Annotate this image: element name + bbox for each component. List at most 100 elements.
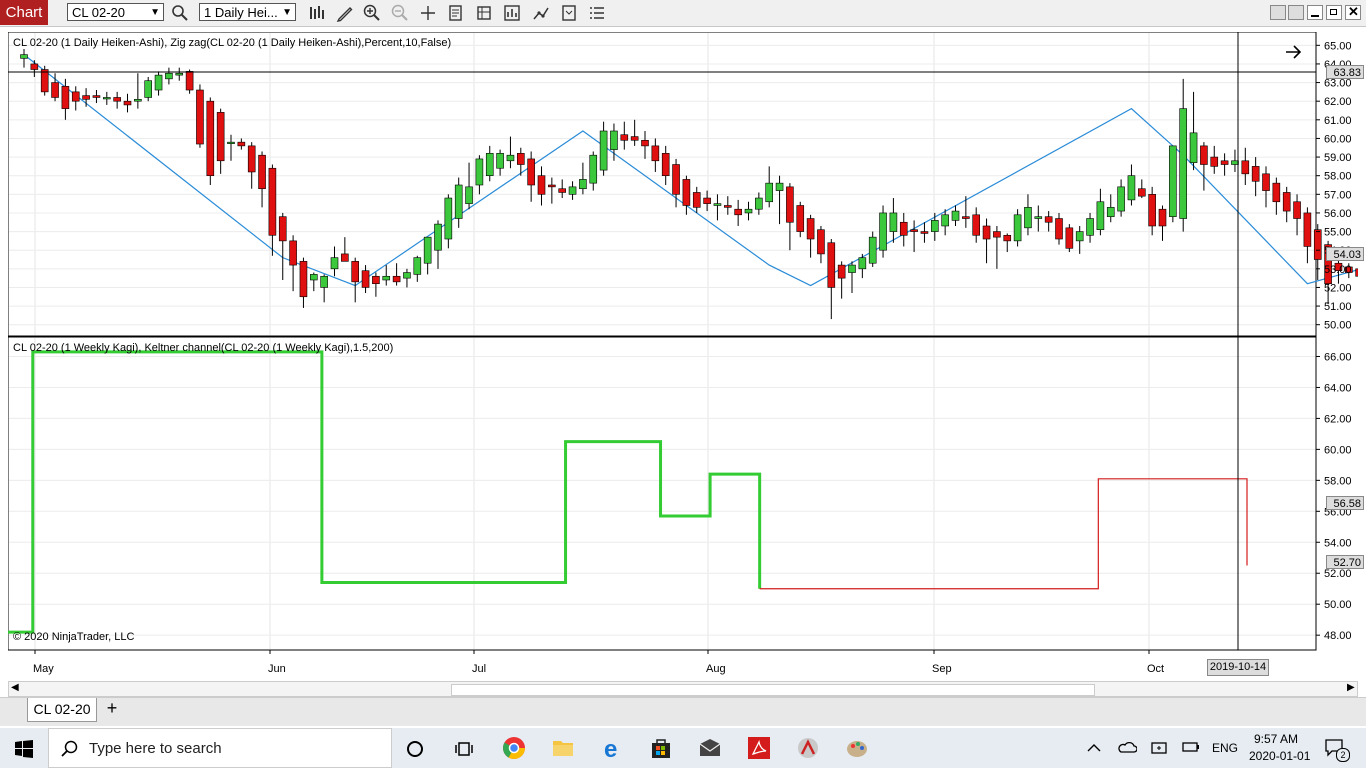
chevron-up-icon[interactable] xyxy=(1087,742,1101,754)
file-explorer-icon[interactable] xyxy=(547,732,579,764)
zoom-out-icon[interactable] xyxy=(390,3,410,23)
x-tick-label: Jun xyxy=(268,663,286,675)
crosshair-icon[interactable] xyxy=(418,3,438,23)
bar-type-icon[interactable] xyxy=(307,3,327,23)
x-tick-label: Aug xyxy=(706,663,726,675)
chart-menu-button[interactable]: Chart xyxy=(0,0,48,25)
chrome-icon[interactable] xyxy=(498,732,530,764)
taskbar-search-box[interactable]: Type here to search xyxy=(48,728,392,768)
battery-icon[interactable] xyxy=(1182,741,1200,753)
candle-body xyxy=(1055,218,1063,240)
scroll-left-icon[interactable]: ◀ xyxy=(11,682,19,693)
candle-body xyxy=(185,71,194,91)
drawing-tool-icon[interactable] xyxy=(335,3,355,23)
candle-body xyxy=(796,205,805,232)
candle-body xyxy=(962,216,970,219)
candle-body xyxy=(196,89,204,145)
onedrive-icon[interactable] xyxy=(1117,740,1137,754)
candle-body xyxy=(506,154,515,162)
paint-icon[interactable] xyxy=(841,732,873,764)
data-box-icon[interactable] xyxy=(474,3,494,23)
candle-body xyxy=(641,140,649,147)
candle-body xyxy=(910,229,918,232)
y-tick-label: 52.00 xyxy=(1324,282,1352,294)
candle-body xyxy=(1231,160,1239,165)
task-view-icon[interactable] xyxy=(454,740,474,758)
windows-taskbar: Type here to search e ENG 9:57 AM 2020-0… xyxy=(0,728,1366,768)
network-icon[interactable] xyxy=(1150,739,1170,757)
price-axis-top: 65.0064.0063.0062.0061.0060.0059.0058.00… xyxy=(1316,40,1352,332)
candle-body xyxy=(475,158,484,186)
candle-body xyxy=(568,186,577,195)
candle-body xyxy=(237,141,246,147)
acrobat-icon[interactable] xyxy=(743,732,775,764)
clock-time[interactable]: 9:57 AM xyxy=(1254,732,1298,746)
candle-body xyxy=(1075,231,1084,242)
crosshair-price-marker: 63.83 xyxy=(1326,65,1364,79)
horizontal-scrollbar[interactable]: ◀ ▶ xyxy=(8,681,1358,697)
indicators-icon[interactable] xyxy=(502,3,522,23)
y-tick-label: 55.00 xyxy=(1324,227,1352,239)
candle-body xyxy=(496,153,504,169)
y-tick-label: 54.00 xyxy=(1324,537,1352,549)
minimize-button[interactable] xyxy=(1307,5,1323,20)
y-tick-label: 50.00 xyxy=(1324,320,1352,332)
chart-toolbar: Chart CL 02-20 ▼ 1 Daily Hei... ▼ ✕ xyxy=(0,0,1366,27)
zoom-in-icon[interactable] xyxy=(362,3,382,23)
kagi-price-marker-1: 56.58 xyxy=(1326,496,1364,510)
candle-body xyxy=(1251,166,1260,182)
candle-body xyxy=(837,264,846,279)
candle-body xyxy=(392,275,401,283)
candle-body xyxy=(1189,132,1198,163)
candle-body xyxy=(765,182,774,203)
candle-body xyxy=(1106,207,1115,217)
candle-body xyxy=(599,130,608,171)
close-button[interactable]: ✕ xyxy=(1345,4,1361,20)
candle-body xyxy=(548,184,556,188)
candle-body xyxy=(61,85,70,109)
clock-date[interactable]: 2020-01-01 xyxy=(1249,749,1310,763)
mail-icon[interactable] xyxy=(694,732,726,764)
candle-body xyxy=(982,225,991,240)
maximize-button[interactable] xyxy=(1326,5,1342,20)
restore-layout-button[interactable] xyxy=(1270,5,1286,20)
candle-body xyxy=(589,154,598,184)
chart-canvas[interactable]: 65.0064.0063.0062.0061.0060.0059.0058.00… xyxy=(8,32,1358,680)
candle-body xyxy=(941,214,949,227)
candle-body xyxy=(558,188,567,193)
period-value: 1 Daily Hei... xyxy=(204,5,278,20)
edge-icon[interactable]: e xyxy=(596,732,628,764)
templates-icon[interactable] xyxy=(559,3,579,23)
scrollbar-thumb[interactable] xyxy=(451,684,1095,696)
candle-body xyxy=(268,167,277,236)
candle-body xyxy=(454,184,463,219)
y-tick-label: 60.00 xyxy=(1324,133,1352,145)
language-indicator[interactable]: ENG xyxy=(1212,741,1238,755)
candle-body xyxy=(537,175,546,195)
scroll-right-icon[interactable]: ▶ xyxy=(1347,682,1355,693)
ninjatrader-icon[interactable] xyxy=(792,732,824,764)
candle-body xyxy=(403,272,411,279)
candle-body xyxy=(610,130,618,150)
y-tick-label: 48.00 xyxy=(1324,630,1352,642)
candle-body xyxy=(868,236,877,264)
candle-body xyxy=(372,275,380,285)
tab-cl-02-20[interactable]: CL 02-20 xyxy=(27,698,97,722)
strategies-icon[interactable] xyxy=(531,3,551,23)
add-tab-button[interactable]: + xyxy=(102,698,122,720)
windows-start-icon[interactable] xyxy=(15,740,33,758)
candle-body xyxy=(889,212,898,232)
instrument-selector[interactable]: CL 02-20 ▼ xyxy=(67,3,164,21)
tile-button[interactable] xyxy=(1288,5,1304,20)
period-selector[interactable]: 1 Daily Hei... ▼ xyxy=(199,3,296,21)
properties-icon[interactable] xyxy=(446,3,466,23)
search-icon[interactable] xyxy=(170,3,190,23)
chart-area[interactable]: 65.0064.0063.0062.0061.0060.0059.0058.00… xyxy=(8,32,1364,680)
candle-body xyxy=(258,154,266,190)
list-icon[interactable] xyxy=(587,3,607,23)
candle-body xyxy=(30,63,39,70)
cortana-icon[interactable] xyxy=(406,740,424,758)
candle-body xyxy=(1169,145,1177,217)
candle-body xyxy=(527,158,535,186)
store-icon[interactable] xyxy=(645,732,677,764)
